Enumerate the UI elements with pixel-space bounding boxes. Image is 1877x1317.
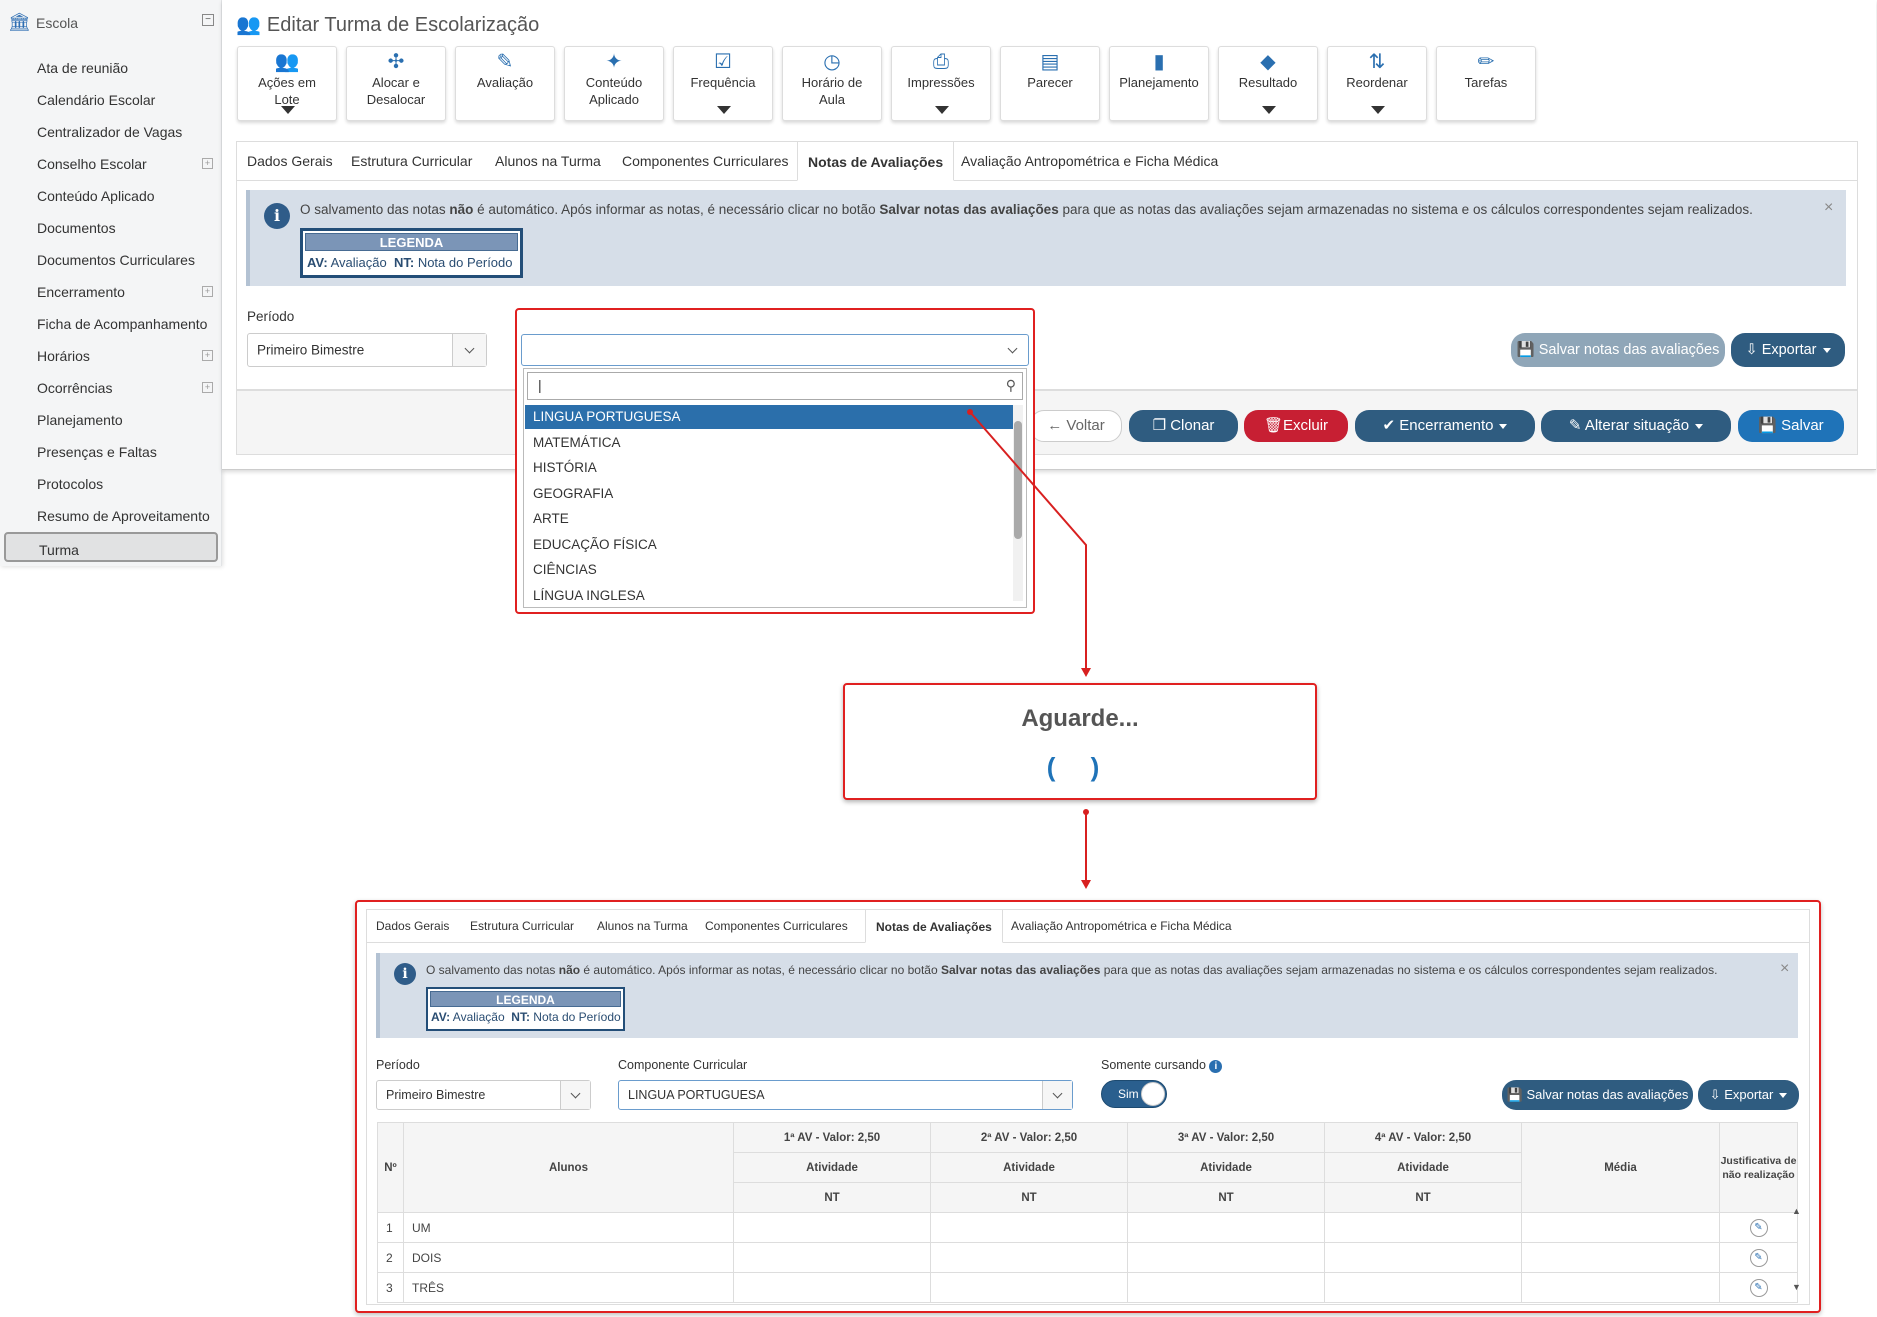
- grade-cell[interactable]: [1324, 1242, 1522, 1273]
- info-icon[interactable]: i: [1209, 1060, 1223, 1073]
- student-name: DOIS: [403, 1242, 734, 1273]
- scroll-down-icon[interactable]: ▼: [1792, 1282, 1801, 1292]
- edit-icon[interactable]: ✎: [1749, 1278, 1768, 1297]
- media-cell: [1521, 1242, 1720, 1273]
- close-icon[interactable]: ×: [1780, 960, 1789, 978]
- col-atividade: Atividade: [930, 1152, 1128, 1183]
- grade-cell[interactable]: [1127, 1212, 1325, 1243]
- col-av-3: 3ª AV - Valor: 2,50: [1127, 1122, 1325, 1153]
- grade-cell[interactable]: [733, 1272, 931, 1303]
- info-icon: i: [394, 963, 416, 985]
- col-justificativa: Justificativa de não realização: [1719, 1122, 1798, 1213]
- somente-cursando-label: Somente cursando i: [1101, 1058, 1223, 1073]
- alert-message: O salvamento das notas não é automático.…: [426, 963, 1718, 977]
- chevron-down-icon: [570, 1088, 581, 1099]
- grade-cell[interactable]: [930, 1242, 1128, 1273]
- col-nt: NT: [930, 1182, 1128, 1213]
- row-number: 3: [377, 1272, 404, 1303]
- grade-cell[interactable]: [1127, 1272, 1325, 1303]
- edit-icon[interactable]: ✎: [1749, 1248, 1768, 1267]
- arrow-dot-2: [1083, 809, 1089, 815]
- exportar-button[interactable]: ⇩ Exportar: [1698, 1080, 1799, 1110]
- grade-cell[interactable]: [733, 1242, 931, 1273]
- somente-cursando-toggle[interactable]: Sim: [1101, 1080, 1167, 1108]
- row-number: 1: [377, 1212, 404, 1243]
- justificativa-cell: ✎: [1719, 1242, 1798, 1273]
- student-name: TRÊS: [403, 1272, 734, 1303]
- table-body: 1 UM ✎ 2 DOIS ✎ 3 TRÊS ✎: [377, 1212, 1798, 1303]
- col-nt: NT: [733, 1182, 931, 1213]
- row-number: 2: [377, 1242, 404, 1273]
- arrow-dot-1: [967, 409, 973, 415]
- tab[interactable]: Dados Gerais: [376, 909, 449, 943]
- col-av-4: 4ª AV - Valor: 2,50: [1324, 1122, 1522, 1153]
- table-row: 2 DOIS ✎: [377, 1242, 1798, 1273]
- justificativa-cell: ✎: [1719, 1212, 1798, 1243]
- table-row: 1 UM ✎: [377, 1212, 1798, 1243]
- arrow-line-1: [969, 411, 1087, 668]
- legend-box: LEGENDA AV: Avaliação NT: Nota do Períod…: [426, 987, 625, 1031]
- col-atividade: Atividade: [1127, 1152, 1325, 1183]
- col-media: Média: [1521, 1122, 1720, 1213]
- grade-cell[interactable]: [1127, 1242, 1325, 1273]
- info-alert-result: i O salvamento das notas não é automátic…: [376, 953, 1798, 1038]
- justificativa-cell: ✎: [1719, 1272, 1798, 1303]
- col-av-1: 1ª AV - Valor: 2,50: [733, 1122, 931, 1153]
- tab[interactable]: Notas de Avaliações: [865, 909, 1003, 943]
- spinner-icon: ( ): [1046, 752, 1114, 782]
- tab[interactable]: Avaliação Antropométrica e Ficha Médica: [1011, 909, 1232, 943]
- tab[interactable]: Componentes Curriculares: [705, 909, 848, 943]
- edit-icon[interactable]: ✎: [1749, 1218, 1768, 1237]
- col-atividade: Atividade: [733, 1152, 931, 1183]
- salvar-notas-button[interactable]: 💾 Salvar notas das avaliações: [1502, 1080, 1693, 1110]
- tab-bar-result: Dados Gerais Estrutura Curricular Alunos n…: [366, 909, 1810, 943]
- grades-table: Nº Alunos 1ª AV - Valor: 2,50 2ª AV - Va…: [377, 1122, 1798, 1303]
- grade-cell[interactable]: [733, 1212, 931, 1243]
- save-icon: 💾: [1506, 1087, 1523, 1102]
- scroll-up-icon[interactable]: ▲: [1792, 1206, 1801, 1216]
- grade-cell[interactable]: [1324, 1272, 1522, 1303]
- chevron-down-icon: [1052, 1088, 1063, 1099]
- media-cell: [1521, 1212, 1720, 1243]
- legend-body: AV: Avaliação NT: Nota do Período: [431, 1010, 621, 1024]
- col-nt: NT: [1324, 1182, 1522, 1213]
- table-scrollbar[interactable]: ▲ ▼: [1792, 1206, 1802, 1296]
- col-av-2: 2ª AV - Valor: 2,50: [930, 1122, 1128, 1153]
- table-row: 3 TRÊS ✎: [377, 1272, 1798, 1303]
- loading-dialog: Aguarde... ( ): [843, 683, 1317, 800]
- grade-cell[interactable]: [930, 1272, 1128, 1303]
- arrow-head-2: [1081, 880, 1091, 889]
- tab[interactable]: Alunos na Turma: [597, 909, 688, 943]
- download-icon: ⇩: [1709, 1087, 1721, 1102]
- periodo-select[interactable]: Primeiro Bimestre: [376, 1080, 591, 1110]
- media-cell: [1521, 1272, 1720, 1303]
- componente-select[interactable]: LINGUA PORTUGUESA: [618, 1080, 1073, 1110]
- col-alunos: Alunos: [403, 1122, 734, 1213]
- periodo-label: Período: [376, 1058, 420, 1072]
- tab[interactable]: Estrutura Curricular: [470, 909, 574, 943]
- legend-title: LEGENDA: [430, 991, 621, 1007]
- componente-label: Componente Curricular: [618, 1058, 748, 1072]
- student-name: UM: [403, 1212, 734, 1243]
- col-numero: Nº: [377, 1122, 404, 1213]
- arrow-head-1: [1081, 668, 1091, 677]
- col-nt: NT: [1127, 1182, 1325, 1213]
- grade-cell[interactable]: [930, 1212, 1128, 1243]
- loading-title: Aguarde...: [1021, 705, 1139, 732]
- col-atividade: Atividade: [1324, 1152, 1522, 1183]
- grade-cell[interactable]: [1324, 1212, 1522, 1243]
